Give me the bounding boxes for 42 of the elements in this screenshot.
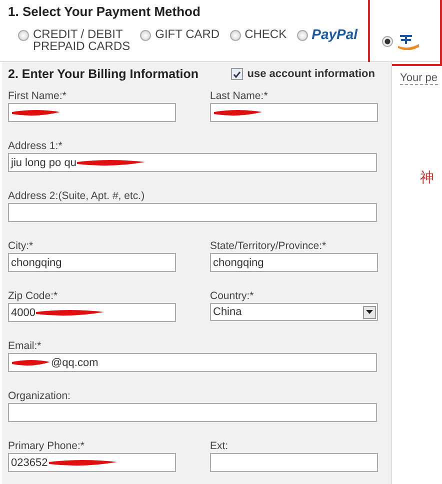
info-text: Your pe xyxy=(400,72,438,85)
radio-button[interactable] xyxy=(18,30,29,41)
input-field[interactable]: 023652 xyxy=(8,453,176,472)
input-field[interactable]: @qq.com xyxy=(8,353,377,372)
input-field[interactable] xyxy=(8,103,176,122)
input-field[interactable] xyxy=(210,453,378,472)
input-field[interactable]: jiu long po qu xyxy=(8,153,377,172)
field-label: Email:* xyxy=(8,340,42,352)
input-field[interactable]: 4000 xyxy=(8,303,176,322)
radio-button[interactable] xyxy=(296,30,308,41)
field-label: State/Territory/Province:* xyxy=(210,240,328,252)
caret-icon xyxy=(366,310,373,314)
field-label: Organization: xyxy=(8,390,72,402)
field-label: First Name:* xyxy=(8,90,68,102)
radio-button[interactable] xyxy=(140,30,152,41)
note-text: 神 xyxy=(420,169,435,187)
field-label: Country:* xyxy=(210,290,255,302)
input-field[interactable]: chongqing xyxy=(210,253,378,272)
section-title: 2. Enter Your Billing Information xyxy=(8,67,199,81)
input-field[interactable] xyxy=(210,103,378,122)
input-field[interactable] xyxy=(8,203,377,222)
field-label: Ext: xyxy=(210,440,230,452)
field-label: City:* xyxy=(8,240,34,252)
radio-button[interactable] xyxy=(230,30,241,41)
option-label: CREDIT / DEBIT PREPAID CARDS xyxy=(33,28,130,52)
field-label: Last Name:* xyxy=(210,90,269,102)
field-label: Address 2:(Suite, Apt. #, etc.) xyxy=(8,190,146,202)
field-label: Address 1:* xyxy=(8,140,64,152)
checkbox[interactable] xyxy=(231,68,244,80)
section-title: 1. Select Your Payment Method xyxy=(7,3,202,21)
field-label: Primary Phone:* xyxy=(8,440,86,452)
option-label: CHECK xyxy=(244,28,287,40)
input-field[interactable]: chongqing xyxy=(8,253,176,272)
country-select[interactable]: China xyxy=(210,303,378,321)
paypal-logo: PayPal xyxy=(312,28,358,40)
radio-button[interactable] xyxy=(382,36,393,47)
option-label: GIFT CARD xyxy=(155,28,220,40)
check-icon xyxy=(233,70,242,78)
input-field[interactable] xyxy=(8,403,377,422)
field-label: Zip Code:* xyxy=(8,290,59,302)
checkbox-label: use account information xyxy=(247,68,375,80)
payment-logo xyxy=(396,34,419,50)
